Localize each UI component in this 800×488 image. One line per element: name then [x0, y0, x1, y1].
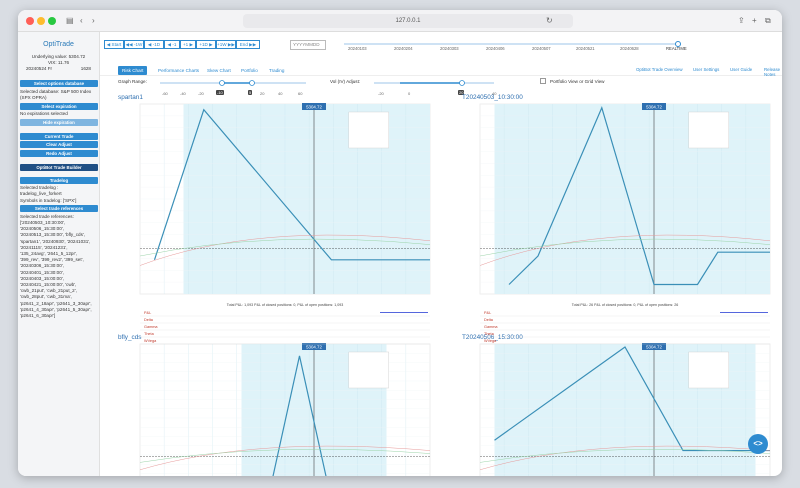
database-text: Selected database: S&P 500 Index (SPX OP…: [20, 88, 92, 100]
trade-reference-line: 'spartan1', '20240930', '20241031',: [20, 238, 91, 244]
greek-row-label: Delta: [144, 318, 154, 322]
tabs-overview-icon[interactable]: ⧉: [765, 14, 771, 28]
chart-legend: [688, 111, 729, 149]
pnl-summary-note: Total P&L: 26 P&L of closed positions: 0…: [572, 303, 678, 307]
greek-row-label: Gamma: [484, 325, 498, 329]
main-area: ◀ Start ◀◀ -1W ◀ -1D ◀ -1 +1 ▶ +1D ▶ +1W…: [100, 32, 782, 476]
risk-charts[interactable]: 5304.72 5304.72 5304.72 5304.72 Total P&L: 1…: [100, 32, 782, 476]
close-window-icon[interactable]: [26, 17, 34, 25]
greek-row-label: Theta: [144, 332, 155, 336]
select-database-button[interactable]: Select options database: [20, 80, 98, 88]
redo-adjust-button[interactable]: Redo Adjust: [20, 149, 98, 157]
hide-expiration-button[interactable]: Hide expiration: [20, 118, 98, 126]
sidebar-toggle-icon[interactable]: ▤: [66, 14, 74, 28]
select-trade-references-button[interactable]: Select trade references: [20, 205, 98, 213]
browser-titlebar: ▤ ‹ › 127.0.0.1 ↻ ⇪ + ⧉: [18, 10, 782, 32]
chart-legend: [348, 351, 390, 389]
new-tab-icon[interactable]: +: [752, 14, 757, 28]
trade-reference-line: 'p2641_6_30apr']: [20, 313, 56, 319]
tradelog-line: Symbols in tradelog: ['SPX']: [20, 197, 77, 203]
greek-row-label: Gamma: [144, 325, 158, 329]
trade-builder-button[interactable]: OptiBot Trade Builder: [20, 163, 98, 171]
share-icon[interactable]: ⇪: [738, 14, 745, 28]
brand-title: OptiTrade: [43, 41, 74, 48]
price-label: 5304.72: [306, 345, 322, 350]
price-label: 5304.72: [646, 105, 662, 110]
url-bar[interactable]: 127.0.0.1: [243, 14, 573, 28]
price-label: 5304.72: [306, 105, 322, 110]
tradelog-info: Selected tradelog : tradelog_live_forkert…: [20, 185, 97, 204]
select-expiration-button[interactable]: Select expiration: [20, 102, 98, 110]
trade-references-list: Selected trade references: ['20240503_10:…: [20, 214, 97, 319]
expiration-text: No expirations selected: [20, 111, 68, 117]
minimize-window-icon[interactable]: [37, 17, 45, 25]
browser-window: ▤ ‹ › 127.0.0.1 ↻ ⇪ + ⧉ OptiTrade Underl…: [18, 10, 782, 476]
greek-row-label: Theta: [484, 332, 495, 336]
chart-legend: [348, 111, 390, 149]
greek-row-label: P&L: [484, 311, 491, 315]
greek-row-label: WVega: [144, 339, 157, 343]
current-trade-button[interactable]: Current Trade: [20, 132, 98, 140]
code-icon[interactable]: <>: [748, 434, 768, 454]
chart-legend: [688, 351, 729, 389]
url-text: 127.0.0.1: [395, 18, 421, 24]
pnl-summary-note: Total P&L: 1,093 P&L of closed positions…: [227, 303, 343, 307]
greek-row-label: WVega: [484, 339, 497, 343]
tradelog-button[interactable]: Tradelog: [20, 176, 98, 184]
forward-icon[interactable]: ›: [92, 14, 95, 28]
clear-adjust-button[interactable]: Clear Adjust: [20, 141, 98, 149]
maximize-window-icon[interactable]: [48, 17, 56, 25]
price-label: 5304.72: [646, 345, 662, 350]
sidebar: OptiTrade Underlying value: 5304.72 VIX:…: [18, 32, 100, 476]
reload-icon[interactable]: ↻: [546, 14, 553, 28]
back-icon[interactable]: ‹: [80, 14, 83, 28]
greek-row-label: Delta: [484, 318, 494, 322]
greek-bar: [720, 312, 768, 313]
greek-row-label: P&L: [144, 311, 151, 315]
greek-bar: [380, 312, 428, 313]
code-icon-glyph: <>: [753, 439, 763, 448]
trade-reference-line: 'p2641_2_18apr', 'p2641_3_30apr',: [20, 300, 92, 306]
